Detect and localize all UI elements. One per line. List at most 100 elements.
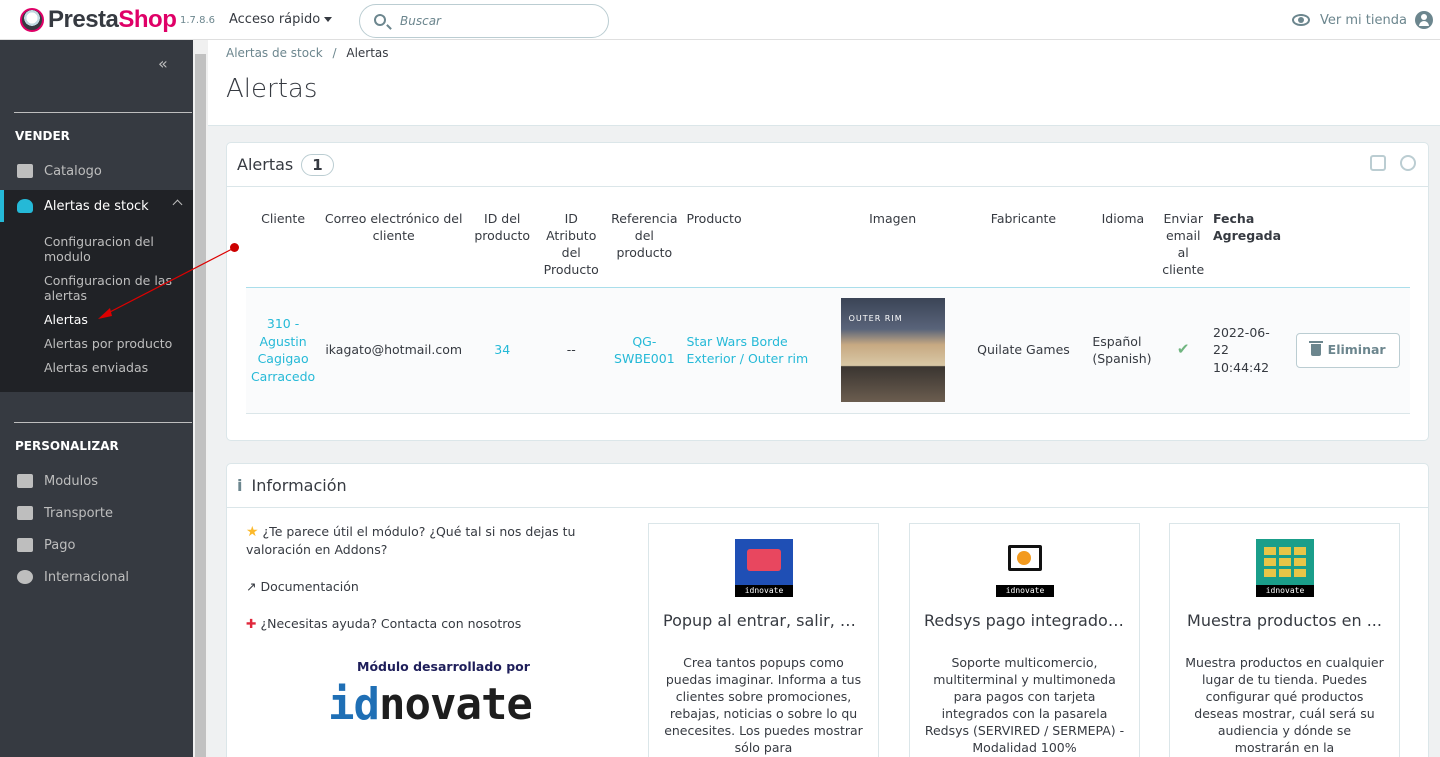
globe-icon bbox=[17, 570, 33, 584]
logo-text-suffix: Shop bbox=[118, 6, 177, 33]
sidebar-scrollbar[interactable] bbox=[193, 40, 208, 757]
breadcrumb: Alertas de stock / Alertas bbox=[226, 46, 389, 60]
popup-icon: idnovate bbox=[735, 539, 793, 597]
rate-text[interactable]: ★ ¿Te parece útil el módulo? ¿Qué tal si… bbox=[246, 523, 626, 559]
module-card[interactable]: idnovate Muestra productos en ... Muestr… bbox=[1169, 523, 1400, 757]
page-title: Alertas bbox=[226, 74, 318, 104]
submenu-item-alerts-config[interactable]: Configuracion de las alertas bbox=[44, 273, 184, 303]
module-card[interactable]: idnovate Popup al entrar, salir, a... Cr… bbox=[648, 523, 879, 757]
col-attribute-id[interactable]: ID Atributo del Producto bbox=[537, 210, 605, 287]
submenu-item-module-config[interactable]: Configuracion del modulo bbox=[44, 234, 184, 264]
quick-access-label: Acceso rápido bbox=[229, 12, 321, 27]
info-panel-title: Información bbox=[251, 476, 347, 495]
version-label: 1.7.8.6 bbox=[180, 15, 215, 26]
client-link[interactable]: 310 - Agustin Cagigao Carracedo bbox=[251, 316, 315, 384]
view-store-label: Ver mi tienda bbox=[1320, 12, 1407, 28]
monitor-icon: idnovate bbox=[996, 539, 1054, 597]
sidebar-item-label: Transporte bbox=[44, 505, 113, 521]
card-description: Muestra productos en cualquier lugar de … bbox=[1185, 655, 1384, 755]
page-header bbox=[208, 40, 1440, 126]
module-card[interactable]: idnovate Redsys pago integrado ... Sopor… bbox=[909, 523, 1140, 757]
section-title-sell: VENDER bbox=[15, 129, 70, 143]
refresh-icon[interactable] bbox=[1400, 155, 1416, 171]
cell-product: Star Wars Borde Exterior / Outer rim bbox=[684, 287, 828, 413]
product-image[interactable]: OUTER RIM bbox=[840, 298, 945, 402]
credit-card-icon bbox=[17, 538, 33, 552]
view-store-link[interactable]: Ver mi tienda bbox=[1292, 11, 1433, 29]
col-language[interactable]: Idioma bbox=[1089, 210, 1156, 287]
quick-access-dropdown[interactable]: Acceso rápido bbox=[229, 12, 333, 27]
medkit-icon: ✚ bbox=[246, 616, 257, 631]
rate-text-label: ¿Te parece útil el módulo? ¿Qué tal si n… bbox=[246, 524, 576, 557]
contact-link[interactable]: ✚ ¿Necesitas ayuda? Contacta con nosotro… bbox=[246, 615, 521, 633]
product-image-text: OUTER RIM bbox=[848, 314, 903, 323]
bricks-icon bbox=[1264, 547, 1306, 577]
sidebar-item-stock-alerts[interactable]: Alertas de stock bbox=[0, 190, 193, 222]
card-title: Muestra productos en ... bbox=[1187, 611, 1382, 630]
puzzle-icon bbox=[17, 474, 33, 488]
col-date-added[interactable]: Fecha Agregada bbox=[1210, 210, 1286, 287]
truck-icon bbox=[17, 506, 33, 520]
sidebar-item-label: Modulos bbox=[44, 473, 98, 489]
breadcrumb-parent-link[interactable]: Alertas de stock bbox=[226, 46, 323, 60]
delete-button[interactable]: Eliminar bbox=[1296, 332, 1401, 368]
search-input[interactable]: Buscar bbox=[359, 4, 609, 38]
sidebar-item-shipping[interactable]: Transporte bbox=[0, 500, 193, 526]
sidebar-item-label: Alertas de stock bbox=[44, 198, 149, 214]
col-image: Imagen bbox=[869, 211, 917, 226]
sidebar-item-international[interactable]: Internacional bbox=[0, 564, 193, 590]
delete-button-label: Eliminar bbox=[1327, 342, 1386, 358]
logo-text-prefix: Presta bbox=[48, 6, 119, 33]
alerts-panel-header: Alertas 1 bbox=[227, 143, 1428, 187]
col-send-email[interactable]: Enviar email al cliente bbox=[1156, 210, 1210, 287]
cell-product-id: 34 bbox=[467, 287, 537, 413]
export-icon[interactable] bbox=[1370, 155, 1386, 171]
top-header: PrestaShop 1.7.8.6 Acceso rápido Buscar … bbox=[0, 0, 1440, 40]
cell-client: 310 - Agustin Cagigao Carracedo bbox=[246, 287, 320, 413]
col-reference[interactable]: Referencia del producto bbox=[605, 210, 683, 287]
grid-icon: idnovate bbox=[1256, 539, 1314, 597]
caret-down-icon bbox=[324, 17, 333, 22]
documentation-label: Documentación bbox=[260, 579, 359, 594]
info-panel-header: i Información bbox=[227, 464, 1428, 508]
col-product-id[interactable]: ID del producto bbox=[467, 210, 537, 287]
search-icon bbox=[374, 14, 386, 26]
alerts-panel: Alertas 1 Cliente Correo electrónico del… bbox=[226, 142, 1429, 441]
table-row: 310 - Agustin Cagigao Carracedo ikagato@… bbox=[246, 287, 1410, 413]
sidebar-item-catalog[interactable]: Catalogo bbox=[0, 158, 193, 184]
reference-link[interactable]: QG-SWBE001 bbox=[614, 334, 675, 367]
cell-image: OUTER RIM bbox=[828, 287, 958, 413]
user-account-icon[interactable] bbox=[1414, 11, 1433, 29]
prestashop-logo[interactable]: PrestaShop bbox=[20, 6, 177, 34]
sidebar: « VENDER Catalogo Alertas de stock Confi… bbox=[0, 40, 193, 757]
sidebar-item-payment[interactable]: Pago bbox=[0, 532, 193, 558]
coin-icon bbox=[1017, 551, 1031, 565]
submenu-item-sent-alerts[interactable]: Alertas enviadas bbox=[44, 360, 184, 375]
sidebar-item-label: Pago bbox=[44, 537, 76, 553]
collapse-sidebar-icon[interactable]: « bbox=[158, 54, 168, 73]
table-header-row: Cliente Correo electrónico del cliente I… bbox=[246, 210, 1410, 287]
submenu-item-alerts[interactable]: Alertas bbox=[44, 312, 184, 327]
product-id-link[interactable]: 34 bbox=[494, 342, 510, 357]
col-manufacturer[interactable]: Fabricante bbox=[958, 210, 1090, 287]
idnovate-logo: idnovate bbox=[328, 679, 533, 730]
col-product[interactable]: Producto bbox=[684, 210, 828, 287]
documentation-link[interactable]: ↗ Documentación bbox=[246, 578, 359, 596]
search-placeholder: Buscar bbox=[400, 14, 441, 28]
card-title: Redsys pago integrado ... bbox=[924, 611, 1129, 630]
product-link[interactable]: Star Wars Borde Exterior / Outer rim bbox=[687, 334, 809, 367]
divider bbox=[14, 112, 192, 113]
cell-reference: QG-SWBE001 bbox=[605, 287, 683, 413]
sidebar-item-label: Catalogo bbox=[44, 163, 102, 179]
col-email[interactable]: Correo electrónico del cliente bbox=[320, 210, 467, 287]
developed-by-label: Módulo desarrollado por bbox=[357, 659, 530, 674]
alerts-panel-title: Alertas bbox=[237, 155, 294, 174]
external-link-icon: ↗ bbox=[246, 579, 257, 594]
cell-attribute-id: -- bbox=[566, 342, 576, 358]
col-client[interactable]: Cliente bbox=[246, 210, 320, 287]
scrollbar-thumb[interactable] bbox=[195, 54, 206, 757]
sidebar-item-label: Internacional bbox=[44, 569, 130, 585]
submenu-item-alerts-by-product[interactable]: Alertas por producto bbox=[44, 336, 184, 351]
card-icon-tag: idnovate bbox=[735, 585, 793, 597]
sidebar-item-modules[interactable]: Modulos bbox=[0, 468, 193, 494]
